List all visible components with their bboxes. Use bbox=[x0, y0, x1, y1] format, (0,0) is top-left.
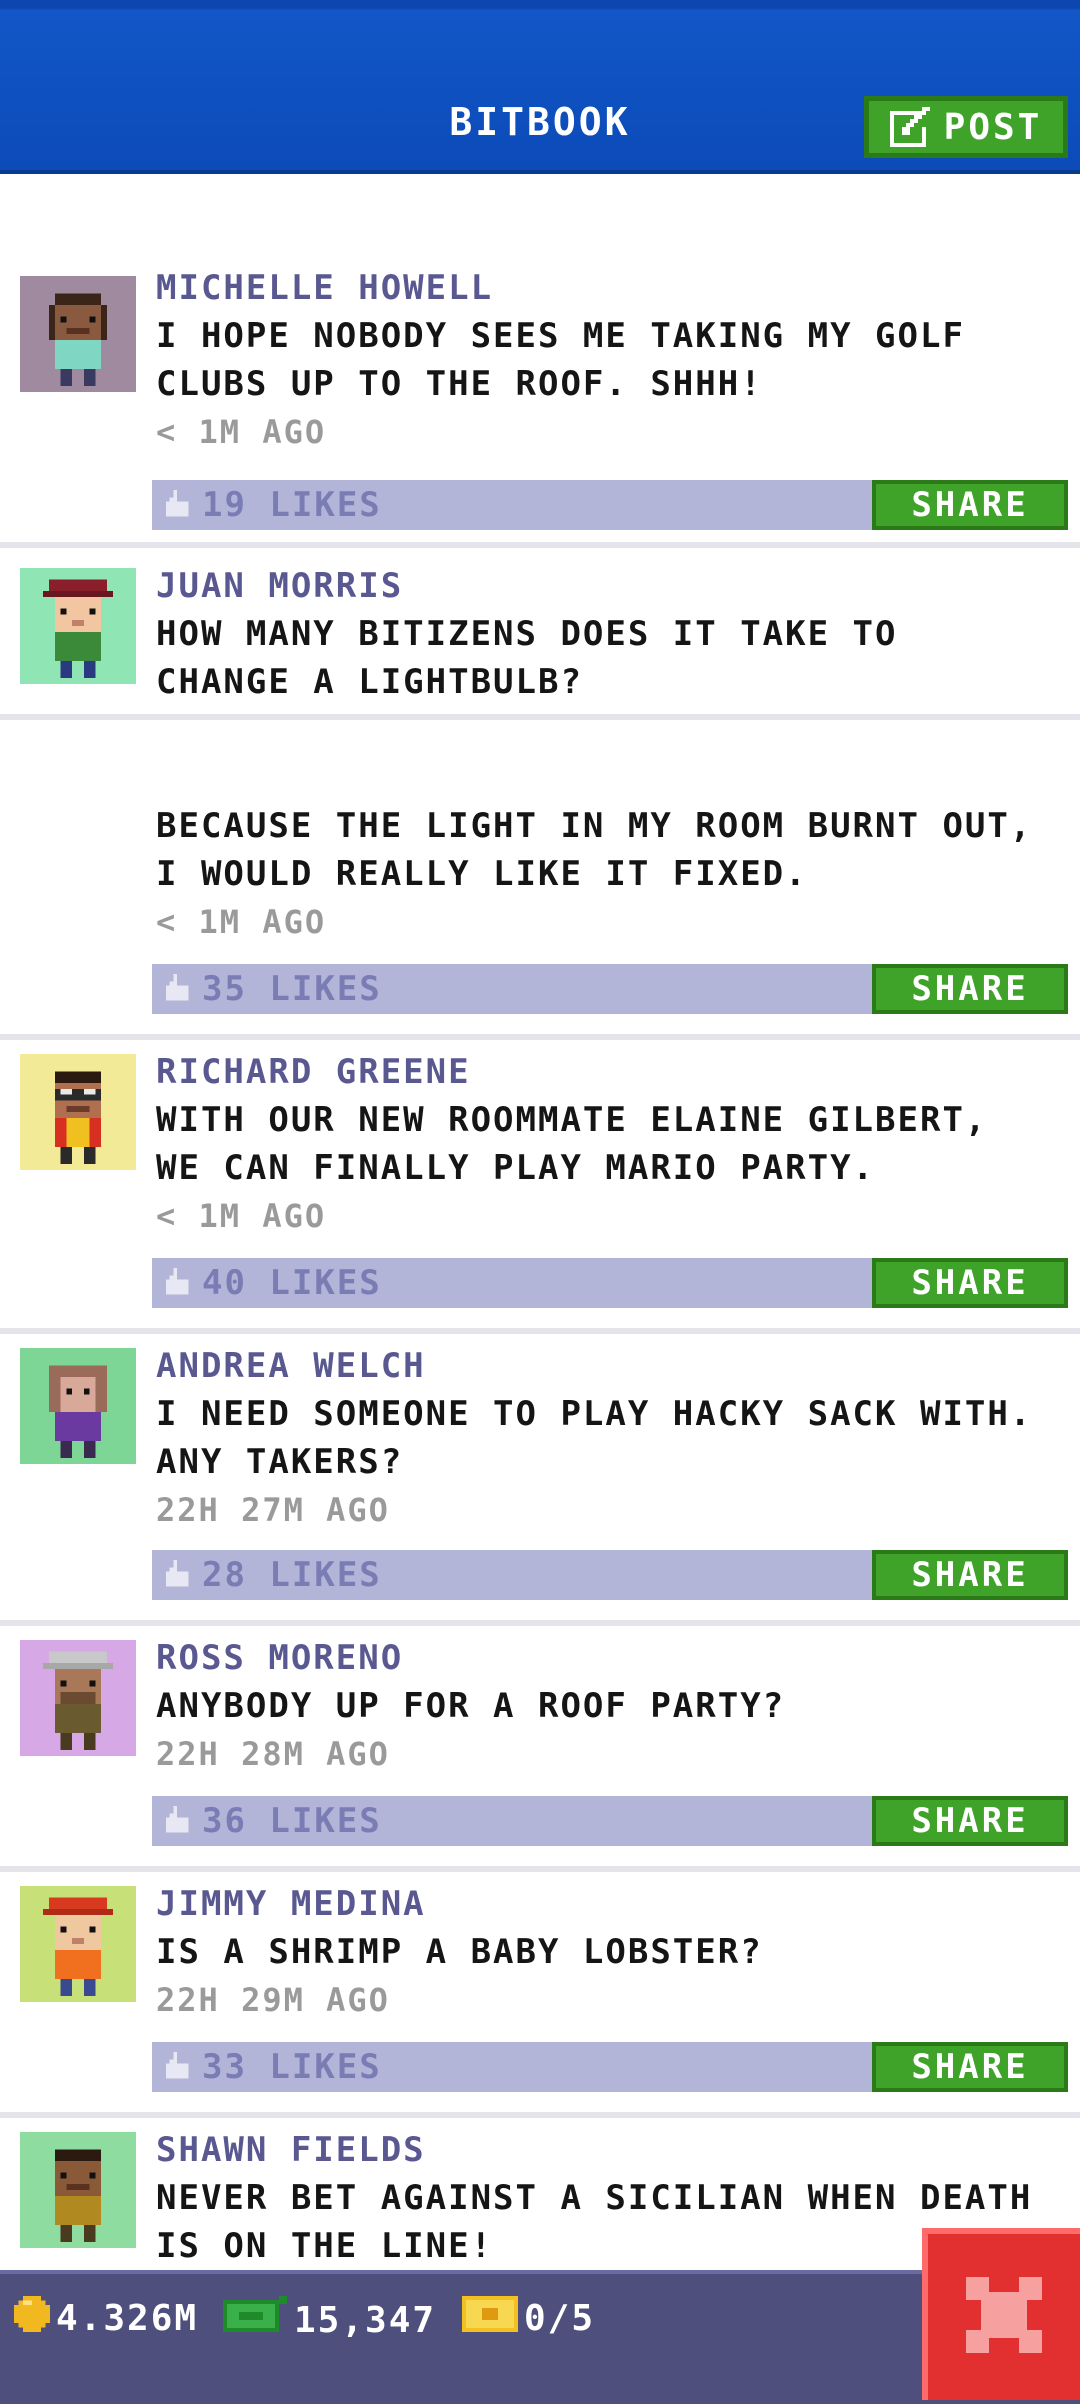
thumb-up-icon bbox=[162, 1806, 192, 1840]
post-message: ANYBODY UP FOR A ROOF PARTY? bbox=[156, 1686, 786, 1726]
post-time: < 1M AGO bbox=[156, 903, 327, 941]
avatar[interactable] bbox=[20, 2132, 136, 2248]
bux-value: 15,347 bbox=[294, 2300, 437, 2341]
likes-count[interactable]: 19 LIKES bbox=[202, 480, 382, 530]
post-author[interactable]: ANDREA WELCH bbox=[156, 1342, 1080, 1390]
post-time: < 1M AGO bbox=[156, 413, 327, 451]
likes-count[interactable]: 40 LIKES bbox=[202, 1258, 382, 1308]
post-message: I NEED SOMEONE TO PLAY HACKY SACK WITH. … bbox=[156, 1394, 1033, 1482]
feed-post: MICHELLE HOWELL I HOPE NOBODY SEES ME TA… bbox=[0, 264, 1080, 548]
bux-icon bbox=[222, 2296, 288, 2345]
avatar[interactable] bbox=[20, 1348, 136, 1464]
thumb-up-icon bbox=[162, 1268, 192, 1302]
share-button[interactable]: SHARE bbox=[872, 1258, 1068, 1308]
thumb-up-icon bbox=[162, 2052, 192, 2086]
post-author[interactable]: RICHARD GREENE bbox=[156, 1048, 1080, 1096]
status-bar: 4.326M 15,347 0/5 bbox=[0, 2270, 1080, 2404]
ticket-icon bbox=[462, 2296, 518, 2341]
likes-bar: 28 LIKES SHARE bbox=[152, 1550, 1068, 1600]
post-message: HOW MANY BITIZENS DOES IT TAKE TO CHANGE… bbox=[156, 614, 1033, 894]
close-icon bbox=[966, 2277, 1042, 2357]
likes-bar: 19 LIKES SHARE bbox=[152, 480, 1068, 530]
post-time: < 1M AGO bbox=[156, 1197, 327, 1235]
share-button[interactable]: SHARE bbox=[872, 2042, 1068, 2092]
coin-icon bbox=[14, 2296, 50, 2341]
likes-bar: 35 LIKES SHARE bbox=[152, 964, 1068, 1014]
likes-bar: 36 LIKES SHARE bbox=[152, 1796, 1068, 1846]
share-button[interactable]: SHARE bbox=[872, 964, 1068, 1014]
likes-count[interactable]: 36 LIKES bbox=[202, 1796, 382, 1846]
avatar[interactable] bbox=[20, 1054, 136, 1170]
bux-stat: 15,347 bbox=[222, 2296, 436, 2345]
post-author[interactable]: JUAN MORRIS bbox=[156, 562, 1080, 610]
post-author[interactable]: SHAWN FIELDS bbox=[156, 2126, 1080, 2174]
thumb-up-icon bbox=[162, 1560, 192, 1594]
coins-value: 4.326M bbox=[56, 2298, 199, 2339]
post-author[interactable]: ROSS MORENO bbox=[156, 1634, 1080, 1682]
feed-post: JUAN MORRIS HOW MANY BITIZENS DOES IT TA… bbox=[0, 554, 1080, 1040]
feed-post: SHAWN FIELDS NEVER BET AGAINST A SICILIA… bbox=[0, 2118, 1080, 2270]
share-button[interactable]: SHARE bbox=[872, 480, 1068, 530]
feed-post: RICHARD GREENE WITH OUR NEW ROOMMATE ELA… bbox=[0, 1040, 1080, 1334]
feed-post: ANDREA WELCH I NEED SOMEONE TO PLAY HACK… bbox=[0, 1334, 1080, 1626]
likes-bar: 40 LIKES SHARE bbox=[152, 1258, 1068, 1308]
feed-post: JIMMY MEDINA IS A SHRIMP A BABY LOBSTER?… bbox=[0, 1872, 1080, 2118]
post-author[interactable]: JIMMY MEDINA bbox=[156, 1880, 1080, 1928]
likes-count[interactable]: 35 LIKES bbox=[202, 964, 382, 1014]
post-author[interactable]: MICHELLE HOWELL bbox=[156, 264, 1080, 312]
avatar[interactable] bbox=[20, 276, 136, 392]
post-message: WITH OUR NEW ROOMMATE ELAINE GILBERT, WE… bbox=[156, 1100, 988, 1188]
post-time: 22H 27M AGO bbox=[156, 1491, 390, 1529]
post-message: I HOPE NOBODY SEES ME TAKING MY GOLF CLU… bbox=[156, 316, 965, 404]
avatar[interactable] bbox=[20, 568, 136, 684]
thumb-up-icon bbox=[162, 490, 192, 524]
tickets-stat: 0/5 bbox=[462, 2296, 595, 2341]
tickets-value: 0/5 bbox=[524, 2298, 596, 2339]
post-time: 22H 28M AGO bbox=[156, 1735, 390, 1773]
post-message: IS A SHRIMP A BABY LOBSTER? bbox=[156, 1932, 763, 1972]
share-button[interactable]: SHARE bbox=[872, 1550, 1068, 1600]
thumb-up-icon bbox=[162, 974, 192, 1008]
feed-post: ROSS MORENO ANYBODY UP FOR A ROOF PARTY?… bbox=[0, 1626, 1080, 1872]
share-button[interactable]: SHARE bbox=[872, 1796, 1068, 1846]
coins-stat: 4.326M bbox=[14, 2296, 198, 2341]
likes-bar: 33 LIKES SHARE bbox=[152, 2042, 1068, 2092]
post-time: 22H 29M AGO bbox=[156, 1981, 390, 2019]
avatar[interactable] bbox=[20, 1886, 136, 2002]
likes-count[interactable]: 33 LIKES bbox=[202, 2042, 382, 2092]
likes-count[interactable]: 28 LIKES bbox=[202, 1550, 382, 1600]
close-button[interactable] bbox=[922, 2228, 1080, 2400]
feed-container: MICHELLE HOWELL I HOPE NOBODY SEES ME TA… bbox=[0, 0, 1080, 2270]
avatar[interactable] bbox=[20, 1640, 136, 1756]
